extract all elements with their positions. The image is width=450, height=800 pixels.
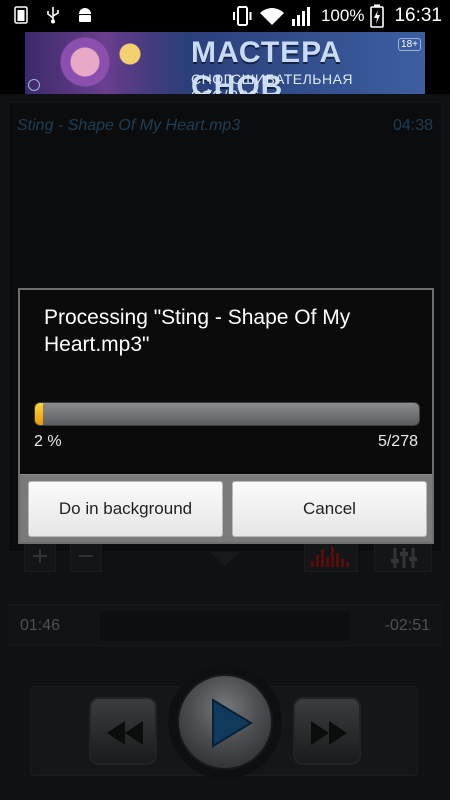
cancel-button[interactable]: Cancel bbox=[232, 481, 427, 537]
ad-banner-subtitle: СНОГСШИБАТЕЛЬНАЯ CCG/RPG bbox=[191, 71, 354, 94]
progress-bar-fill bbox=[35, 403, 43, 425]
progress-count: 5/278 bbox=[377, 433, 418, 450]
battery-percent: 100% bbox=[320, 6, 365, 25]
processing-dialog: Processing "Sting - Shape Of My Heart.mp… bbox=[18, 288, 434, 544]
dialog-button-bar: Do in background Cancel bbox=[20, 474, 432, 542]
ad-banner[interactable]: МАСТЕРА СНОВ СНОГСШИБАТЕЛЬНАЯ CCG/RPG 18… bbox=[25, 32, 425, 94]
battery-charging-icon bbox=[370, 4, 385, 28]
ad-info-icon[interactable] bbox=[28, 79, 40, 91]
android-debug-icon bbox=[79, 8, 91, 22]
dialog-message: Processing "Sting - Shape Of My Heart.mp… bbox=[44, 306, 351, 356]
progress-percent: 2 % bbox=[34, 433, 62, 450]
ad-banner-artwork bbox=[25, 32, 185, 94]
usb-icon bbox=[47, 7, 59, 24]
progress-bar bbox=[34, 402, 420, 426]
status-bar-system: 100% 16:31 bbox=[231, 4, 442, 28]
ad-age-rating-badge: 18+ bbox=[398, 38, 421, 51]
signal-icon bbox=[291, 7, 310, 26]
clock: 16:31 bbox=[394, 5, 442, 26]
battery-full-notification-icon bbox=[14, 6, 28, 24]
wifi-icon bbox=[259, 8, 284, 25]
status-bar: 100% 16:31 bbox=[0, 0, 450, 32]
vibrate-icon bbox=[232, 6, 252, 26]
status-bar-notifications bbox=[12, 6, 94, 24]
do-in-background-button[interactable]: Do in background bbox=[28, 481, 223, 537]
